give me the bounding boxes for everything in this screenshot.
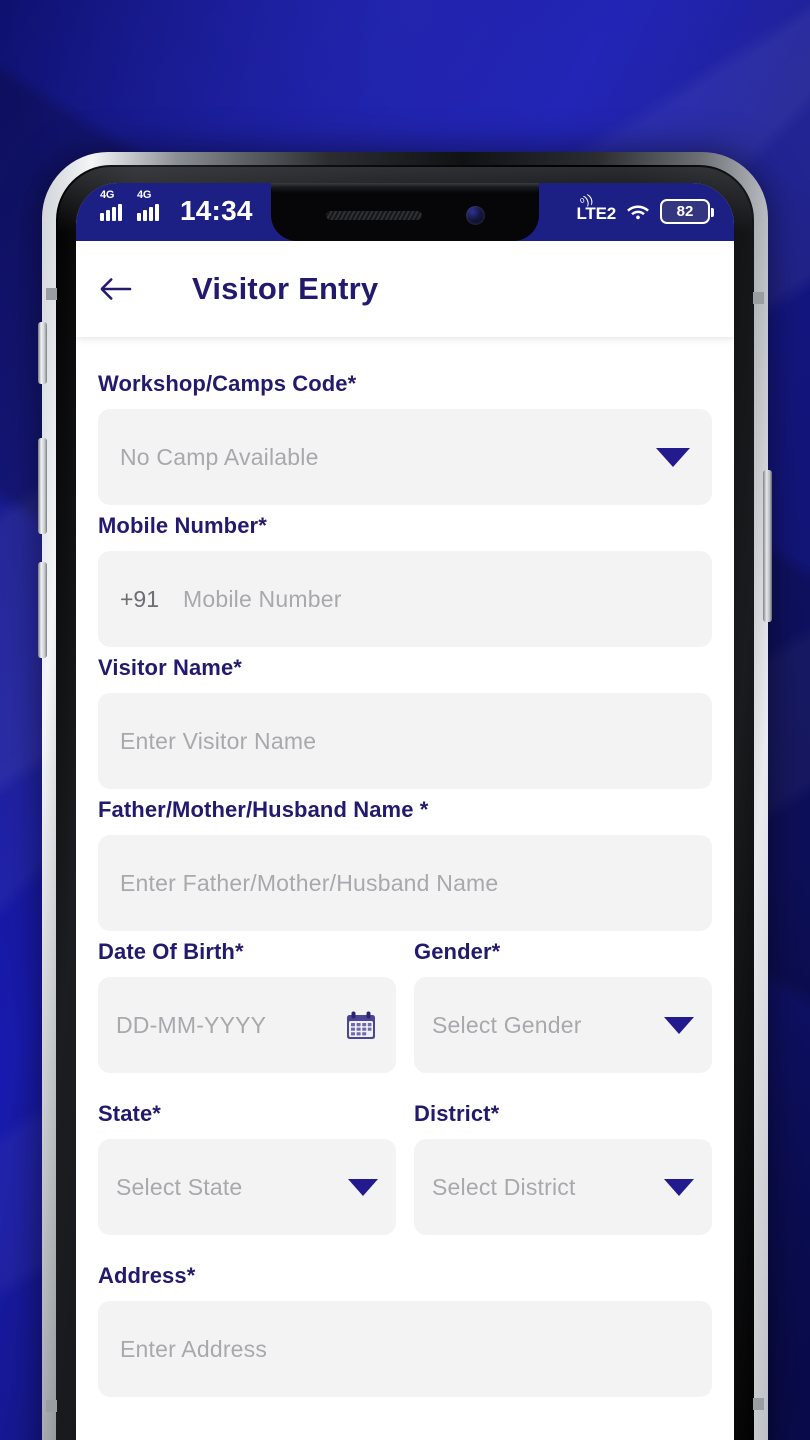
country-code-prefix: +91 [120, 585, 160, 612]
label-district-text: District [414, 1101, 491, 1126]
antenna-band-left-bottom [46, 1400, 57, 1412]
address-placeholder: Enter Address [120, 1335, 268, 1362]
phone-device-frame: 4G 4G 14:34 ᵒ)) LTE2 82 Visitor Entry Wo… [42, 152, 768, 1440]
status-bar-right: ᵒ)) LTE2 82 [576, 191, 714, 226]
required-asterisk: * [413, 797, 429, 822]
visitor-name-input[interactable]: Enter Visitor Name [98, 693, 712, 789]
label-state-text: State [98, 1101, 153, 1126]
field-mobile-number: Mobile Number* +91 Mobile Number [98, 513, 712, 647]
antenna-band-right-bottom [753, 1398, 764, 1410]
label-address-text: Address [98, 1263, 187, 1288]
visitor-entry-form: Workshop/Camps Code* No Camp Available M… [76, 337, 734, 1440]
field-state: State* Select State [98, 1101, 396, 1235]
address-input[interactable]: Enter Address [98, 1301, 712, 1397]
chevron-down-icon [348, 1178, 378, 1196]
label-workshop-code-text: Workshop/Camps Code [98, 371, 348, 396]
phone-screen: 4G 4G 14:34 ᵒ)) LTE2 82 Visitor Entry Wo… [76, 183, 734, 1440]
label-gender-text: Gender [414, 939, 492, 964]
required-asterisk: * [347, 371, 357, 396]
workshop-code-value: No Camp Available [120, 443, 319, 470]
status-bar-left: 4G 4G 14:34 [100, 190, 253, 227]
chevron-down-icon [664, 1016, 694, 1034]
label-district: District* [414, 1101, 712, 1127]
district-select[interactable]: Select District [414, 1139, 712, 1235]
required-asterisk: * [152, 1101, 161, 1126]
mobile-number-input[interactable]: +91 Mobile Number [98, 551, 712, 647]
required-asterisk: * [258, 513, 267, 538]
field-date-of-birth: Date Of Birth* DD-MM-YYYY [98, 939, 396, 1073]
network-type-label-sim2: 4G [137, 189, 152, 201]
label-mobile-number-text: Mobile Number [98, 513, 259, 538]
arrow-left-icon [100, 278, 132, 300]
app-bar: Visitor Entry [76, 241, 734, 337]
battery-icon: 82 [660, 198, 714, 224]
label-visitor-name-text: Visitor Name [98, 655, 234, 680]
district-value: Select District [432, 1173, 576, 1200]
label-visitor-name: Visitor Name* [98, 655, 712, 681]
label-guardian-name: Father/Mother/Husband Name * [98, 797, 712, 823]
state-value: Select State [116, 1173, 243, 1200]
antenna-band-left-top [46, 288, 57, 300]
chevron-down-icon [656, 447, 690, 467]
display-notch [271, 183, 539, 241]
row-state-district: State* Select State District* Select Dis… [98, 1101, 712, 1243]
workshop-code-select[interactable]: No Camp Available [98, 409, 712, 505]
network-type-label-sim1: 4G [100, 189, 115, 201]
mute-switch-button[interactable] [38, 322, 47, 384]
volume-up-button[interactable] [38, 438, 47, 534]
guardian-name-input[interactable]: Enter Father/Mother/Husband Name [98, 835, 712, 931]
state-select[interactable]: Select State [98, 1139, 396, 1235]
field-district: District* Select District [414, 1101, 712, 1235]
gender-select[interactable]: Select Gender [414, 977, 712, 1073]
label-guardian-name-text: Father/Mother/Husband Name [98, 797, 414, 822]
chevron-down-icon [664, 1178, 694, 1196]
label-address: Address* [98, 1263, 712, 1289]
calendar-icon[interactable] [344, 1008, 378, 1042]
wifi-icon [627, 205, 649, 220]
power-button[interactable] [763, 470, 772, 622]
gender-value: Select Gender [432, 1011, 582, 1038]
required-asterisk: * [491, 939, 501, 964]
required-asterisk: * [186, 1263, 196, 1288]
required-asterisk: * [234, 939, 244, 964]
field-guardian-name: Father/Mother/Husband Name * Enter Fathe… [98, 797, 712, 931]
front-camera-icon [465, 205, 485, 225]
label-date-of-birth-text: Date Of Birth [98, 939, 235, 964]
volume-down-button[interactable] [38, 562, 47, 658]
required-asterisk: * [490, 1101, 500, 1126]
status-bar-clock: 14:34 [180, 195, 253, 226]
earpiece-speaker-icon [325, 210, 422, 220]
guardian-name-placeholder: Enter Father/Mother/Husband Name [120, 869, 499, 896]
battery-level-label: 82 [676, 202, 694, 220]
field-address: Address* Enter Address [98, 1263, 712, 1397]
carrier-indicator: ᵒ)) LTE2 [576, 191, 616, 224]
page-title: Visitor Entry [192, 271, 379, 306]
date-of-birth-input[interactable]: DD-MM-YYYY [98, 977, 396, 1073]
row-dob-gender: Date Of Birth* DD-MM-YYYY Gender* Select… [98, 939, 712, 1081]
required-asterisk: * [233, 655, 242, 680]
visitor-name-placeholder: Enter Visitor Name [120, 727, 317, 754]
mobile-number-placeholder: Mobile Number [183, 585, 342, 612]
back-button[interactable] [98, 263, 150, 315]
data-activity-icon: ᵒ)) [578, 190, 596, 209]
date-of-birth-placeholder: DD-MM-YYYY [116, 1011, 267, 1038]
antenna-band-right-top [753, 292, 764, 304]
label-gender: Gender* [414, 939, 712, 965]
label-workshop-code: Workshop/Camps Code* [98, 371, 712, 397]
signal-bars-icon-sim2: 4G [137, 190, 165, 221]
field-gender: Gender* Select Gender [414, 939, 712, 1073]
phone-bezel: 4G 4G 14:34 ᵒ)) LTE2 82 Visitor Entry Wo… [56, 165, 754, 1440]
signal-bars-icon-sim1: 4G [100, 190, 128, 221]
label-mobile-number: Mobile Number* [98, 513, 712, 539]
field-workshop-code: Workshop/Camps Code* No Camp Available [98, 371, 712, 505]
label-date-of-birth: Date Of Birth* [98, 939, 396, 965]
field-visitor-name: Visitor Name* Enter Visitor Name [98, 655, 712, 789]
label-state: State* [98, 1101, 396, 1127]
